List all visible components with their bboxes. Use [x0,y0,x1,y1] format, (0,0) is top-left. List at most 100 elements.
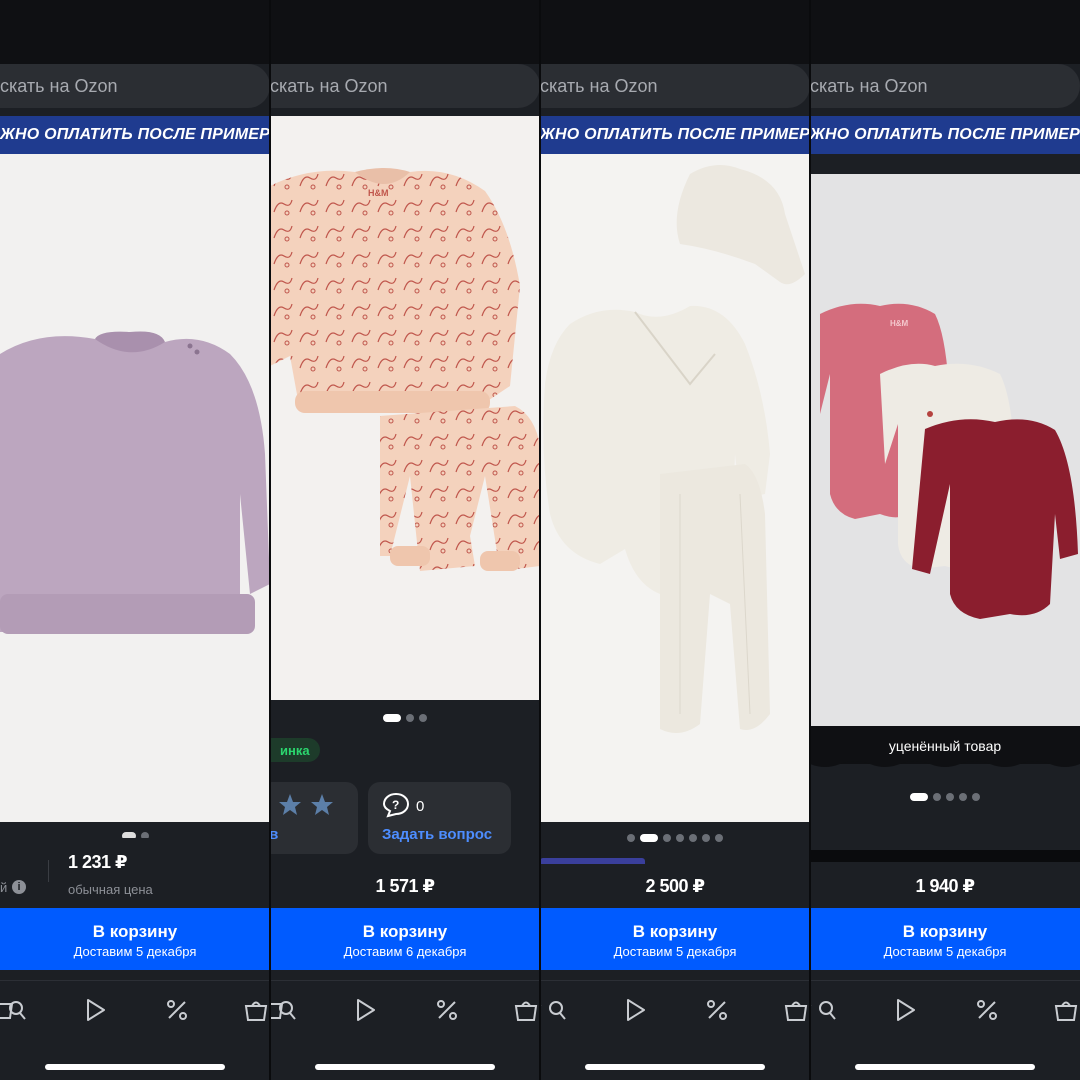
add-to-cart-button[interactable]: В корзину Доставим 6 декабря [270,908,540,970]
add-to-cart-button[interactable]: В корзину Доставим 5 декабря [810,908,1080,970]
play-icon[interactable] [84,996,108,1024]
promo-banner[interactable]: ЖНО ОПЛАТИТЬ ПОСЛЕ ПРИМЕРКИ [0,116,270,154]
search-placeholder: скать на Ozon [0,75,118,96]
percent-icon[interactable] [704,996,730,1024]
search-bar[interactable]: скать на Ozon [0,64,270,108]
svg-text:H&M: H&M [890,319,909,328]
product-price: 1 940 ₽ [915,876,975,896]
cart-search-icon[interactable] [784,996,810,1024]
ask-question-link[interactable]: Задать вопрос [382,826,492,843]
cart-label: В корзину [362,922,448,941]
bag-icon[interactable] [1054,996,1080,1024]
badge-text: инка [280,742,310,758]
discount-label: уценённый товар [888,738,1002,754]
cart-label: В корзину [902,922,988,941]
status-area [0,0,270,64]
cart-search-icon[interactable] [540,996,568,1024]
carousel-dots [270,714,540,722]
search-bar[interactable]: скать на Ozon [540,64,810,108]
cart-search-icon[interactable] [810,996,838,1024]
panel-1: скать на Ozon ЖНО ОПЛАТИТЬ ПОСЛЕ ПРИМЕРК… [0,0,270,1080]
cart-label: В корзину [92,922,178,941]
search-placeholder: скать на Ozon [540,75,658,96]
question-bubble-icon: ? [382,792,410,818]
carousel-dot[interactable] [972,793,980,801]
wave-divider [810,760,1080,767]
carousel-dot[interactable] [627,834,635,842]
add-to-cart-button[interactable]: В корзину Доставим 5 декабря [540,908,810,970]
info-icon[interactable]: i [12,880,26,894]
percent-icon[interactable] [974,996,1000,1024]
play-icon[interactable] [624,996,648,1024]
photo-top-gap [810,154,1080,174]
price-info-fragment: й [0,880,8,895]
carousel-dot[interactable] [910,793,928,801]
promo-banner[interactable]: ЖНО ОПЛАТИТЬ ПОСЛЕ ПРИМЕРКИ [810,116,1080,154]
carousel-dot[interactable] [676,834,684,842]
rating-stars [279,794,333,815]
star-icon [279,794,301,815]
carousel-dots [810,793,1080,801]
delivery-date: Доставим 6 декабря [343,944,467,959]
rating-card[interactable]: ов [270,782,358,854]
status-badge: инка [270,738,320,762]
product-photo[interactable]: H&M [810,174,1080,726]
sweatshirt-image [0,331,270,634]
panel-2: скать на Ozon H&M инка в ? 0 Задать вопр… [270,0,540,1080]
carousel-dot[interactable] [640,834,658,842]
promo-banner[interactable]: ЖНО ОПЛАТИТЬ ПОСЛЕ ПРИМЕРКИ [540,116,810,154]
carousel-dot[interactable] [702,834,710,842]
status-area [540,0,810,64]
section-separator [810,850,1080,862]
promo-banner-text: ЖНО ОПЛАТИТЬ ПОСЛЕ ПРИМЕРКИ [540,126,810,143]
bodysuit-set-image [543,165,805,733]
carousel-dot[interactable] [419,714,427,722]
carousel-dot[interactable] [663,834,671,842]
search-bar[interactable]: скать на Ozon [810,64,1080,108]
carousel-dot[interactable] [946,793,954,801]
carousel-dot[interactable] [406,714,414,722]
questions-card[interactable]: ? 0 Задать вопрос [368,782,511,854]
product-price: 1 231 ₽ [68,852,128,872]
tab-indicator [540,858,645,864]
carousel-dots [540,834,810,842]
panel-4: скать на Ozon ЖНО ОПЛАТИТЬ ПОСЛЕ ПРИМЕРК… [810,0,1080,1080]
promo-banner-text: ЖНО ОПЛАТИТЬ ПОСЛЕ ПРИМЕРКИ [0,126,270,143]
carousel-dot[interactable] [959,793,967,801]
home-indicator [45,1064,225,1070]
panel-divider [539,0,541,1080]
product-photo[interactable] [0,154,270,822]
product-price: 1 571 ₽ [375,876,435,896]
play-icon[interactable] [354,996,378,1024]
search-bar[interactable]: скать на Ozon [270,64,540,108]
product-photo[interactable] [540,154,810,822]
cart-search-icon[interactable] [0,996,28,1024]
carousel-dot[interactable] [689,834,697,842]
star-icon [311,794,333,815]
play-icon[interactable] [894,996,918,1024]
discount-label-bar: уценённый товар [810,726,1080,764]
product-photo[interactable]: H&M [270,116,540,700]
reviews-fragment: ов [270,826,279,843]
cart-search-icon[interactable] [270,996,298,1024]
home-indicator [315,1064,495,1070]
add-to-cart-button[interactable]: В корзину Доставим 5 декабря [0,908,270,970]
price-row: й i 1 231 ₽ обычная цена [0,838,270,898]
carousel-dot[interactable] [715,834,723,842]
delivery-date: Доставим 5 декабря [73,944,197,959]
carousel-dot[interactable] [933,793,941,801]
bodysuits-image: H&M [820,303,1078,619]
percent-icon[interactable] [434,996,460,1024]
svg-text:H&M: H&M [368,188,389,198]
promo-banner-text: ЖНО ОПЛАТИТЬ ПОСЛЕ ПРИМЕРКИ [810,126,1080,143]
product-price: 2 500 ₽ [645,876,705,896]
bag-icon[interactable] [514,996,540,1024]
delivery-date: Доставим 5 декабря [883,944,1007,959]
status-area [270,0,540,64]
carousel-dot[interactable] [383,714,401,722]
delivery-date: Доставим 5 декабря [613,944,737,959]
percent-icon[interactable] [164,996,190,1024]
cart-search-icon[interactable] [244,996,270,1024]
cart-label: В корзину [632,922,718,941]
panel-divider [809,0,811,1080]
